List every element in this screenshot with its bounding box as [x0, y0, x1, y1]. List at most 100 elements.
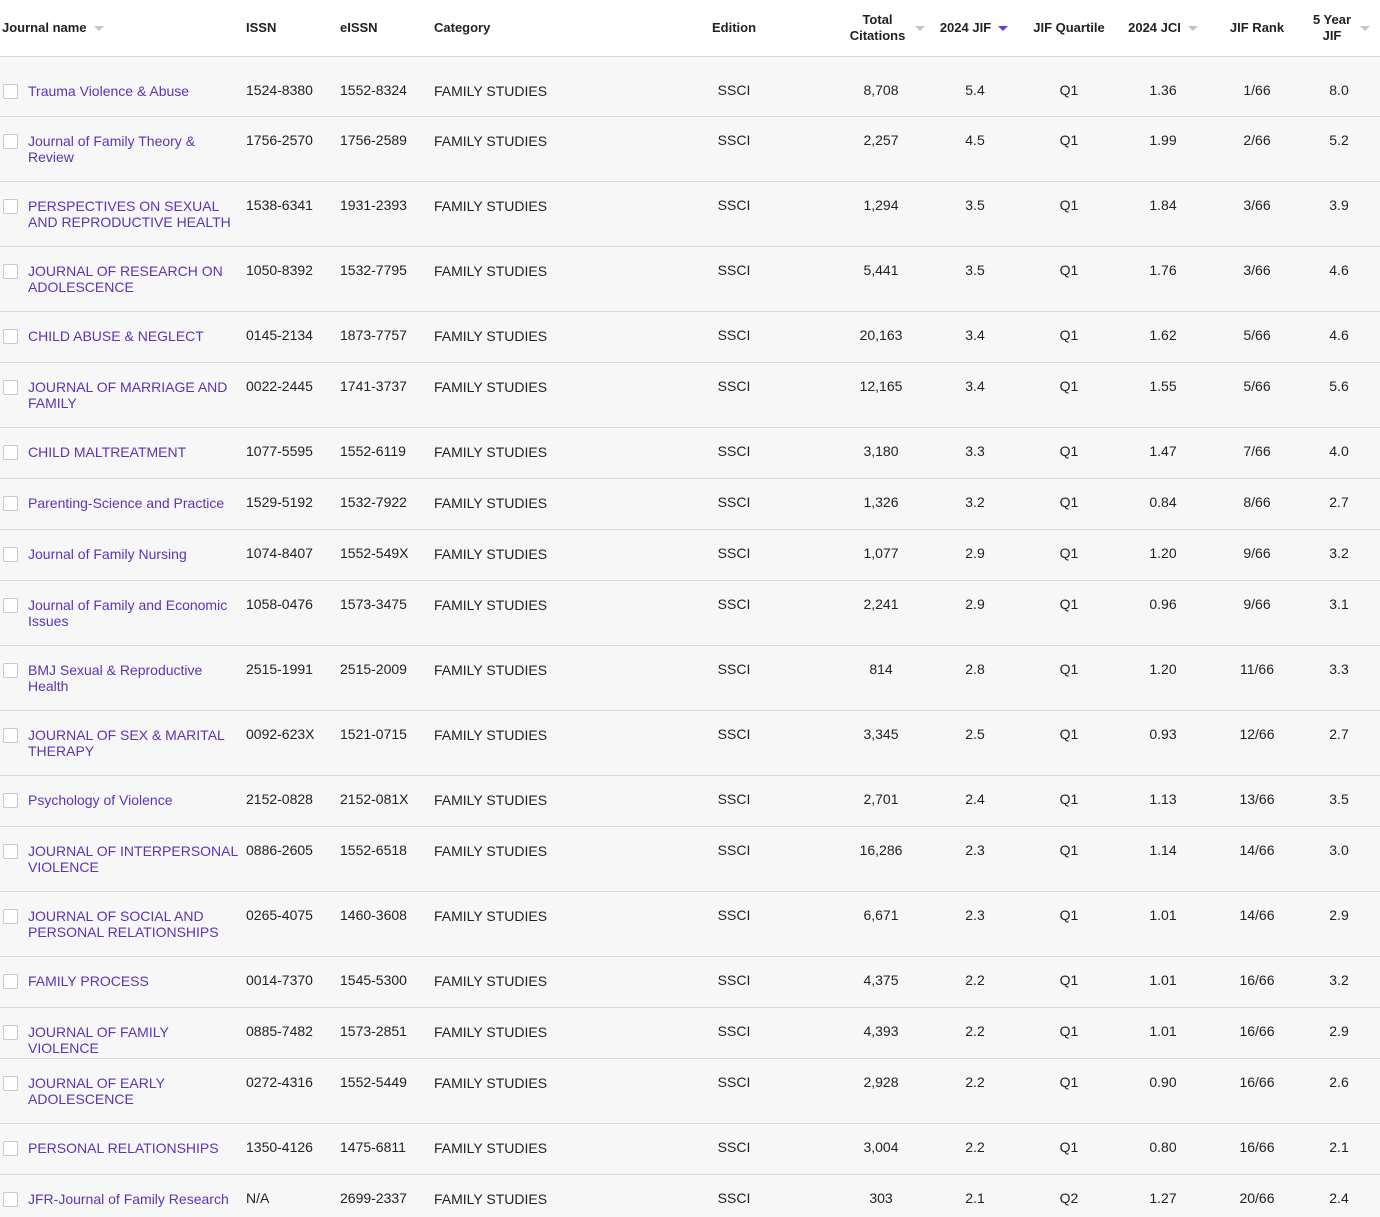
row-select-checkbox[interactable]: [3, 1192, 18, 1207]
issn-cell: 0885-7482: [246, 1023, 313, 1039]
jif5-cell: 3.0: [1329, 842, 1349, 858]
jif-cell: 3.4: [965, 327, 985, 343]
quartile-cell: Q1: [1059, 378, 1079, 394]
row-select-checkbox[interactable]: [3, 663, 18, 678]
jif-cell: 2.8: [965, 661, 985, 677]
row-select-checkbox[interactable]: [3, 547, 18, 562]
column-header-label: Journal name: [2, 20, 87, 35]
row-select-checkbox[interactable]: [3, 728, 18, 743]
row-select-checkbox[interactable]: [3, 844, 18, 859]
rank-cell: 11/66: [1240, 661, 1274, 677]
journal-name-link[interactable]: JOURNAL OF EARLY ADOLESCENCE: [28, 1075, 238, 1107]
journal-name-link[interactable]: JOURNAL OF SOCIAL AND PERSONAL RELATIONS…: [28, 908, 238, 940]
journal-name-link[interactable]: Psychology of Violence: [28, 792, 238, 808]
issn-cell: 1529-5192: [246, 494, 313, 510]
jci-cell: 1.36: [1149, 82, 1177, 98]
journal-name-link[interactable]: Parenting-Science and Practice: [28, 495, 238, 511]
jif5-cell: 2.7: [1329, 726, 1349, 742]
column-header-2024-jci[interactable]: 2024 JCI: [1118, 0, 1208, 56]
column-header-eissn[interactable]: eISSN: [340, 0, 378, 56]
column-header-issn[interactable]: ISSN: [246, 0, 276, 56]
row-select-checkbox[interactable]: [3, 793, 18, 808]
jif5-cell: 3.2: [1329, 545, 1349, 561]
column-header-2024-jif[interactable]: 2024 JIF: [934, 0, 1014, 56]
row-select-checkbox[interactable]: [3, 84, 18, 99]
column-header-5-year-jif[interactable]: 5 Year JIF: [1302, 0, 1378, 56]
column-header-label: Edition: [711, 20, 757, 35]
column-header-label: 5 Year JIF: [1312, 12, 1352, 43]
citations-cell: 1,294: [863, 197, 899, 213]
journal-name-link[interactable]: JFR-Journal of Family Research: [28, 1191, 238, 1207]
edition-cell: SSCI: [717, 262, 751, 278]
jif-cell: 2.2: [965, 1023, 985, 1039]
row-select-checkbox[interactable]: [3, 445, 18, 460]
eissn-cell: 1552-6518: [340, 842, 407, 858]
journal-name-link[interactable]: Journal of Family Nursing: [28, 546, 238, 562]
journal-name-link[interactable]: JOURNAL OF RESEARCH ON ADOLESCENCE: [28, 263, 238, 295]
citations-cell: 16,286: [859, 842, 903, 858]
citations-cell: 12,165: [859, 378, 903, 394]
jif-cell: 4.5: [965, 132, 985, 148]
row-select-checkbox[interactable]: [3, 329, 18, 344]
journal-name-link[interactable]: JOURNAL OF SEX & MARITAL THERAPY: [28, 727, 238, 759]
journal-name-link[interactable]: Journal of Family Theory & Review: [28, 133, 238, 165]
jif-cell: 2.3: [965, 842, 985, 858]
jif5-cell: 4.6: [1329, 327, 1349, 343]
quartile-cell: Q1: [1059, 82, 1079, 98]
journal-name-link[interactable]: CHILD MALTREATMENT: [28, 444, 238, 460]
row-select-checkbox[interactable]: [3, 264, 18, 279]
row-select-checkbox[interactable]: [3, 974, 18, 989]
journal-name-link[interactable]: Trauma Violence & Abuse: [28, 83, 238, 99]
table-row: PERSPECTIVES ON SEXUAL AND REPRODUCTIVE …: [0, 182, 1380, 247]
journal-name-link[interactable]: PERSONAL RELATIONSHIPS: [28, 1140, 238, 1156]
issn-cell: 1058-0476: [246, 596, 313, 612]
quartile-cell: Q1: [1059, 327, 1079, 343]
jif-cell: 2.5: [965, 726, 985, 742]
eissn-cell: 1552-6119: [340, 443, 406, 459]
jci-cell: 1.01: [1149, 972, 1177, 988]
eissn-cell: 1552-5449: [340, 1074, 407, 1090]
column-header-jif-rank[interactable]: JIF Rank: [1217, 0, 1297, 56]
journal-name-link[interactable]: PERSPECTIVES ON SEXUAL AND REPRODUCTIVE …: [28, 198, 238, 230]
column-header-journal-name[interactable]: Journal name: [2, 0, 104, 56]
jif5-cell: 2.7: [1329, 494, 1349, 510]
journal-name-link[interactable]: BMJ Sexual & Reproductive Health: [28, 662, 238, 694]
journal-name-link[interactable]: Journal of Family and Economic Issues: [28, 597, 238, 629]
category-cell: FAMILY STUDIES: [434, 597, 548, 613]
row-select-checkbox[interactable]: [3, 134, 18, 149]
edition-cell: SSCI: [717, 132, 751, 148]
column-header-total-citations[interactable]: Total Citations: [836, 0, 936, 56]
jci-cell: 1.20: [1149, 661, 1177, 677]
journal-name-link[interactable]: JOURNAL OF MARRIAGE AND FAMILY: [28, 379, 238, 411]
issn-cell: 2515-1991: [246, 661, 313, 677]
journal-name-link[interactable]: JOURNAL OF FAMILY VIOLENCE: [28, 1024, 238, 1056]
eissn-cell: 1873-7757: [340, 327, 407, 343]
row-select-checkbox[interactable]: [3, 199, 18, 214]
journal-name-link[interactable]: CHILD ABUSE & NEGLECT: [28, 328, 238, 344]
table-header: Journal name ISSN eISSN Category Edition…: [0, 0, 1380, 57]
jci-cell: 1.14: [1149, 842, 1177, 858]
journal-name-link[interactable]: JOURNAL OF INTERPERSONAL VIOLENCE: [28, 843, 238, 875]
quartile-cell: Q1: [1059, 907, 1079, 923]
quartile-cell: Q1: [1059, 197, 1079, 213]
category-cell: FAMILY STUDIES: [434, 379, 548, 395]
issn-cell: 0272-4316: [246, 1074, 313, 1090]
row-select-checkbox[interactable]: [3, 496, 18, 511]
column-header-edition[interactable]: Edition: [694, 0, 774, 56]
category-cell: FAMILY STUDIES: [434, 83, 548, 99]
jif-cell: 3.5: [965, 262, 985, 278]
row-select-checkbox[interactable]: [3, 380, 18, 395]
row-select-checkbox[interactable]: [3, 598, 18, 613]
column-header-jif-quartile[interactable]: JIF Quartile: [1024, 0, 1114, 56]
row-select-checkbox[interactable]: [3, 909, 18, 924]
row-select-checkbox[interactable]: [3, 1025, 18, 1040]
jci-cell: 1.47: [1149, 443, 1177, 459]
journal-name-link[interactable]: FAMILY PROCESS: [28, 973, 238, 989]
row-select-checkbox[interactable]: [3, 1141, 18, 1156]
column-header-category[interactable]: Category: [434, 0, 490, 56]
jci-cell: 0.80: [1149, 1139, 1177, 1155]
eissn-cell: 1475-6811: [340, 1139, 406, 1155]
row-select-checkbox[interactable]: [3, 1076, 18, 1091]
quartile-cell: Q1: [1059, 596, 1079, 612]
edition-cell: SSCI: [717, 1190, 751, 1206]
